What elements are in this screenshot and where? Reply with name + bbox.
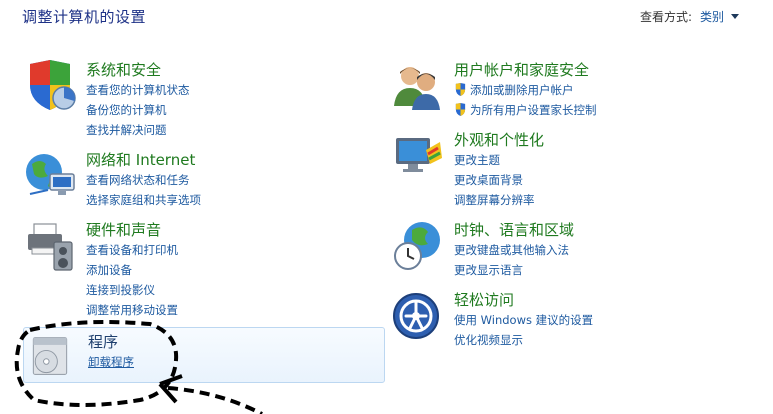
link-change-theme[interactable]: 更改主题 <box>454 150 544 170</box>
view-by-bar: 查看方式: 类别 <box>640 8 739 25</box>
category-title[interactable]: 网络和 Internet <box>86 150 201 170</box>
link-label: 为所有用户设置家长控制 <box>470 103 597 117</box>
link-screen-resolution[interactable]: 调整屏幕分辨率 <box>454 190 544 210</box>
ease-access-icon[interactable] <box>392 290 444 342</box>
category-title[interactable]: 时钟、语言和区域 <box>454 220 574 240</box>
annotation-arrow-line <box>167 386 263 414</box>
chevron-down-icon <box>731 14 739 19</box>
link-parental-controls[interactable]: 为所有用户设置家长控制 <box>454 100 597 120</box>
view-by-dropdown[interactable]: 类别 <box>700 8 739 25</box>
link-find-fix-problems[interactable]: 查找并解决问题 <box>86 120 190 140</box>
link-label: 添加或删除用户帐户 <box>470 83 574 97</box>
category-title[interactable]: 程序 <box>88 332 134 352</box>
link-view-network-status[interactable]: 查看网络状态和任务 <box>86 170 201 190</box>
users-icon[interactable] <box>392 60 444 112</box>
globe-clock-icon[interactable] <box>392 220 444 272</box>
link-windows-suggested-settings[interactable]: 使用 Windows 建议的设置 <box>454 310 593 330</box>
programs-highlight <box>23 327 385 383</box>
link-change-display-language[interactable]: 更改显示语言 <box>454 260 574 280</box>
uac-shield-icon <box>455 103 466 116</box>
category-title[interactable]: 外观和个性化 <box>454 130 544 150</box>
link-change-background[interactable]: 更改桌面背景 <box>454 170 544 190</box>
category-title[interactable]: 系统和安全 <box>86 60 190 80</box>
globe-network-icon[interactable] <box>24 150 76 202</box>
view-by-value: 类别 <box>699 10 724 24</box>
program-disc-icon[interactable] <box>26 332 74 380</box>
uac-shield-icon <box>455 83 466 96</box>
link-connect-projector[interactable]: 连接到投影仪 <box>86 280 178 300</box>
shield-pie-icon[interactable] <box>24 60 76 112</box>
link-add-remove-accounts[interactable]: 添加或删除用户帐户 <box>454 80 597 100</box>
link-view-computer-status[interactable]: 查看您的计算机状态 <box>86 80 190 100</box>
link-optimize-video[interactable]: 优化视频显示 <box>454 330 593 350</box>
link-homegroup-sharing[interactable]: 选择家庭组和共享选项 <box>86 190 201 210</box>
category-title[interactable]: 轻松访问 <box>454 290 593 310</box>
link-uninstall-program[interactable]: 卸载程序 <box>88 352 134 372</box>
printer-speaker-icon[interactable] <box>24 220 76 272</box>
link-change-keyboard[interactable]: 更改键盘或其他输入法 <box>454 240 574 260</box>
category-title[interactable]: 硬件和声音 <box>86 220 178 240</box>
monitor-palette-icon[interactable] <box>392 130 444 182</box>
link-backup-computer[interactable]: 备份您的计算机 <box>86 100 190 120</box>
category-title[interactable]: 用户帐户和家庭安全 <box>454 60 597 80</box>
page-title: 调整计算机的设置 <box>22 8 147 26</box>
link-mobility-settings[interactable]: 调整常用移动设置 <box>86 300 178 320</box>
link-add-device[interactable]: 添加设备 <box>86 260 178 280</box>
view-by-label: 查看方式: <box>639 10 692 24</box>
link-devices-printers[interactable]: 查看设备和打印机 <box>86 240 178 260</box>
